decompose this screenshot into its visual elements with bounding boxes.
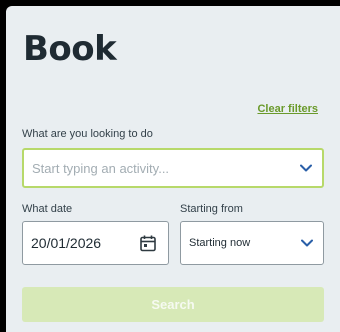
calendar-icon[interactable] bbox=[140, 235, 156, 252]
search-button[interactable]: Search bbox=[22, 287, 324, 322]
chevron-down-icon[interactable] bbox=[300, 164, 312, 172]
page-title: Book bbox=[23, 29, 117, 69]
chevron-down-icon[interactable] bbox=[301, 239, 313, 247]
booking-panel: Book Clear filters What are you looking … bbox=[6, 6, 340, 332]
activity-input[interactable] bbox=[32, 150, 282, 186]
clear-filters-link[interactable]: Clear filters bbox=[257, 103, 318, 115]
activity-label: What are you looking to do bbox=[22, 128, 153, 140]
starting-from-value: Starting now bbox=[189, 237, 251, 249]
starting-from-select[interactable]: Starting now bbox=[180, 221, 324, 265]
date-value: 20/01/2026 bbox=[31, 235, 102, 251]
starting-from-label: Starting from bbox=[180, 203, 243, 215]
activity-combobox[interactable] bbox=[22, 148, 324, 188]
date-label: What date bbox=[22, 203, 73, 215]
date-picker[interactable]: 20/01/2026 bbox=[22, 221, 169, 265]
